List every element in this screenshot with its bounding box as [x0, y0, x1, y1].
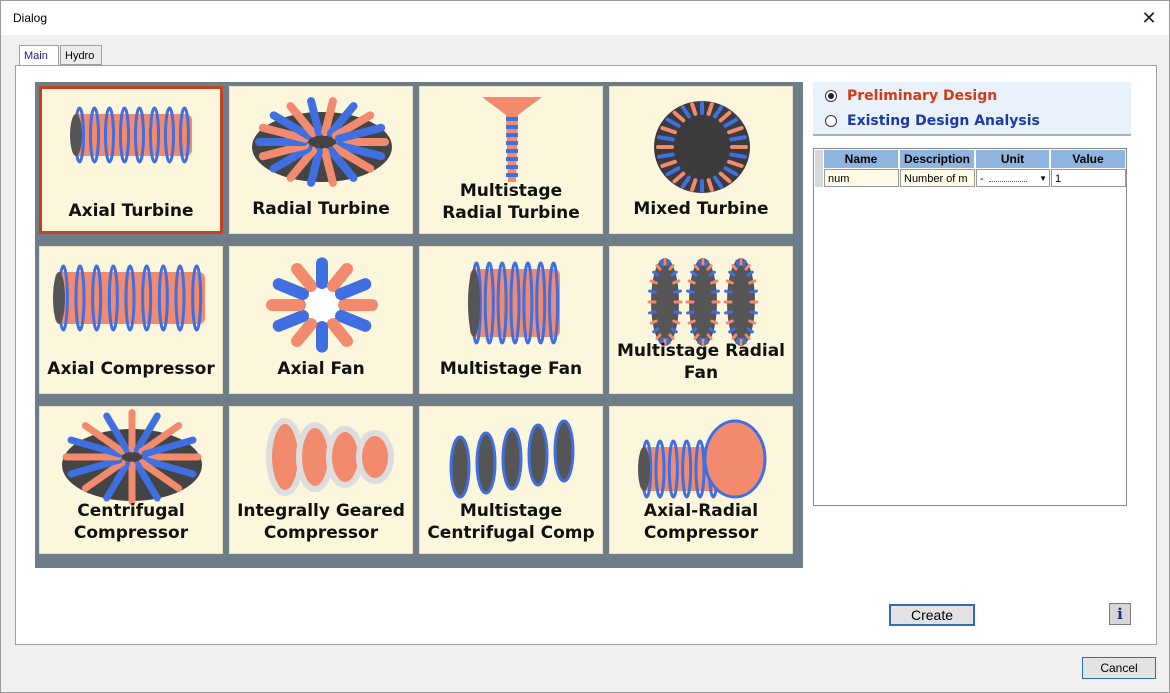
cell-name[interactable]: num: [824, 169, 899, 187]
machine-type-label: Axial-Radial: [643, 501, 759, 521]
unit-dropdown[interactable]: - ▼: [976, 169, 1050, 187]
preliminary-design-radio[interactable]: Preliminary Design: [825, 85, 997, 107]
machine-type-mixed-turbine[interactable]: Mixed Turbine: [609, 86, 793, 234]
existing-design-analysis-radio[interactable]: Existing Design Analysis: [825, 110, 1040, 132]
machine-type-multistage-centrifugal-comp[interactable]: Multistage Centrifugal Comp: [419, 406, 603, 554]
row-header-column: [815, 150, 823, 187]
machine-type-label: Mixed Turbine: [633, 199, 769, 219]
tab-main[interactable]: Main: [19, 45, 59, 65]
dialog-window: Dialog ✕ Main Hydro Axial Turbine Radial …: [0, 0, 1170, 693]
machine-type-axial-radial-compressor[interactable]: Axial-Radial Compressor: [609, 406, 793, 554]
info-icon: i: [1117, 605, 1123, 623]
machine-type-label: Multistage Radial: [617, 341, 785, 361]
machine-type-multistage-fan[interactable]: Multistage Fan: [419, 246, 603, 394]
title-bar: Dialog ✕: [1, 1, 1169, 35]
machine-type-label: Axial Turbine: [68, 201, 194, 221]
machine-type-label: Centrifugal Comp: [427, 523, 595, 543]
create-button[interactable]: Create: [889, 604, 975, 626]
machine-type-label: Axial Compressor: [47, 359, 215, 379]
column-header-unit[interactable]: Unit: [976, 150, 1050, 168]
machine-type-axial-compressor[interactable]: Axial Compressor: [39, 246, 223, 394]
tab-page-main: Axial Turbine Radial Turbine Multistage Rad…: [15, 65, 1157, 645]
machine-type-label: Compressor: [263, 523, 379, 543]
radio-selected-icon: [825, 90, 837, 102]
unit-dropdown-value: -: [980, 173, 984, 185]
parameter-table: Name Description Unit Value num Number o…: [813, 148, 1127, 506]
machine-type-label: Radial Turbine: [252, 199, 390, 219]
machine-type-axial-fan[interactable]: Axial Fan: [229, 246, 413, 394]
info-button[interactable]: i: [1109, 603, 1131, 625]
close-icon[interactable]: ✕: [1135, 5, 1163, 31]
machine-type-multistage-radial-turbine[interactable]: Multistage Radial Turbine: [419, 86, 603, 234]
column-header-name[interactable]: Name: [824, 150, 899, 168]
multistage-fan-icon: [468, 261, 560, 345]
machine-type-integrally-geared-compressor[interactable]: Integrally Geared Compressor: [229, 406, 413, 554]
machine-type-label: Axial Fan: [277, 359, 365, 379]
axial-fan-icon: [266, 257, 378, 353]
machine-type-radial-turbine[interactable]: Radial Turbine: [229, 86, 413, 234]
cell-description[interactable]: Number of m: [900, 169, 975, 187]
machine-type-label: Radial Turbine: [442, 203, 580, 223]
machine-type-axial-turbine[interactable]: Axial Turbine: [39, 86, 223, 234]
design-mode-group: Preliminary Design Existing Design Analy…: [813, 82, 1131, 136]
machine-type-grid: Axial Turbine Radial Turbine Multistage Rad…: [35, 82, 803, 568]
machine-type-label: Compressor: [643, 523, 759, 543]
axial-compressor-icon: [53, 264, 205, 332]
dropdown-underline: [989, 181, 1027, 182]
machine-type-label: Multistage: [459, 181, 563, 201]
column-header-description[interactable]: Description: [900, 150, 975, 168]
machine-type-label: Integrally Geared: [237, 501, 405, 521]
radio-unselected-icon: [825, 115, 837, 127]
cancel-button[interactable]: Cancel: [1082, 657, 1156, 679]
machine-type-label: Fan: [683, 363, 719, 383]
machine-type-label: Compressor: [73, 523, 189, 543]
axial-turbine-icon: [70, 106, 192, 164]
machine-type-multistage-radial-fan[interactable]: Multistage Radial Fan: [609, 246, 793, 394]
window-title: Dialog: [13, 11, 48, 25]
preliminary-design-label: Preliminary Design: [847, 88, 998, 104]
tab-hydro[interactable]: Hydro: [60, 45, 102, 65]
machine-type-label: Multistage: [459, 501, 563, 521]
mixed-turbine-icon: [654, 101, 750, 193]
existing-design-analysis-label: Existing Design Analysis: [847, 113, 1040, 129]
chevron-down-icon: ▼: [1039, 174, 1047, 183]
radial-turbine-icon: [252, 97, 392, 187]
machine-type-label: Multistage Fan: [439, 359, 583, 379]
machine-type-centrifugal-compressor[interactable]: Centrifugal Compressor: [39, 406, 223, 554]
machine-type-label: Centrifugal: [77, 501, 185, 521]
cell-value-input[interactable]: 1: [1051, 169, 1126, 187]
column-header-value[interactable]: Value: [1051, 150, 1126, 168]
